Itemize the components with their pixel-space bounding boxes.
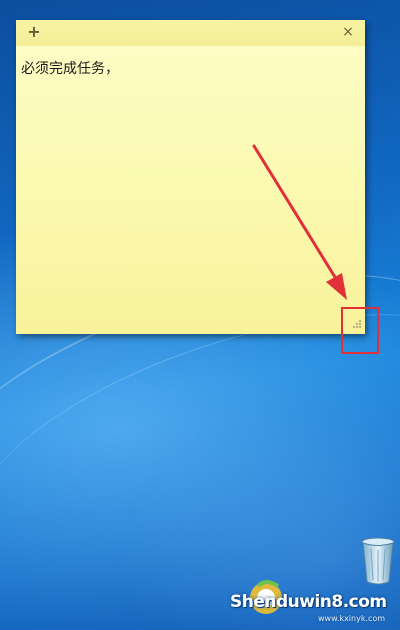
plus-icon[interactable]: + <box>26 23 42 41</box>
watermark-text: Shenduwin8.com <box>230 592 387 612</box>
watermark: Shenduwin8.com www.kxinyk.com <box>230 574 400 630</box>
sticky-note-titlebar[interactable]: + × <box>16 20 365 46</box>
red-highlight-box <box>341 307 379 354</box>
close-icon[interactable]: × <box>340 23 356 41</box>
watermark-subtext: www.kxinyk.com <box>318 614 386 623</box>
sticky-note-text[interactable]: 必须完成任务， <box>21 60 357 78</box>
sticky-note[interactable]: + × 必须完成任务， <box>16 20 365 334</box>
